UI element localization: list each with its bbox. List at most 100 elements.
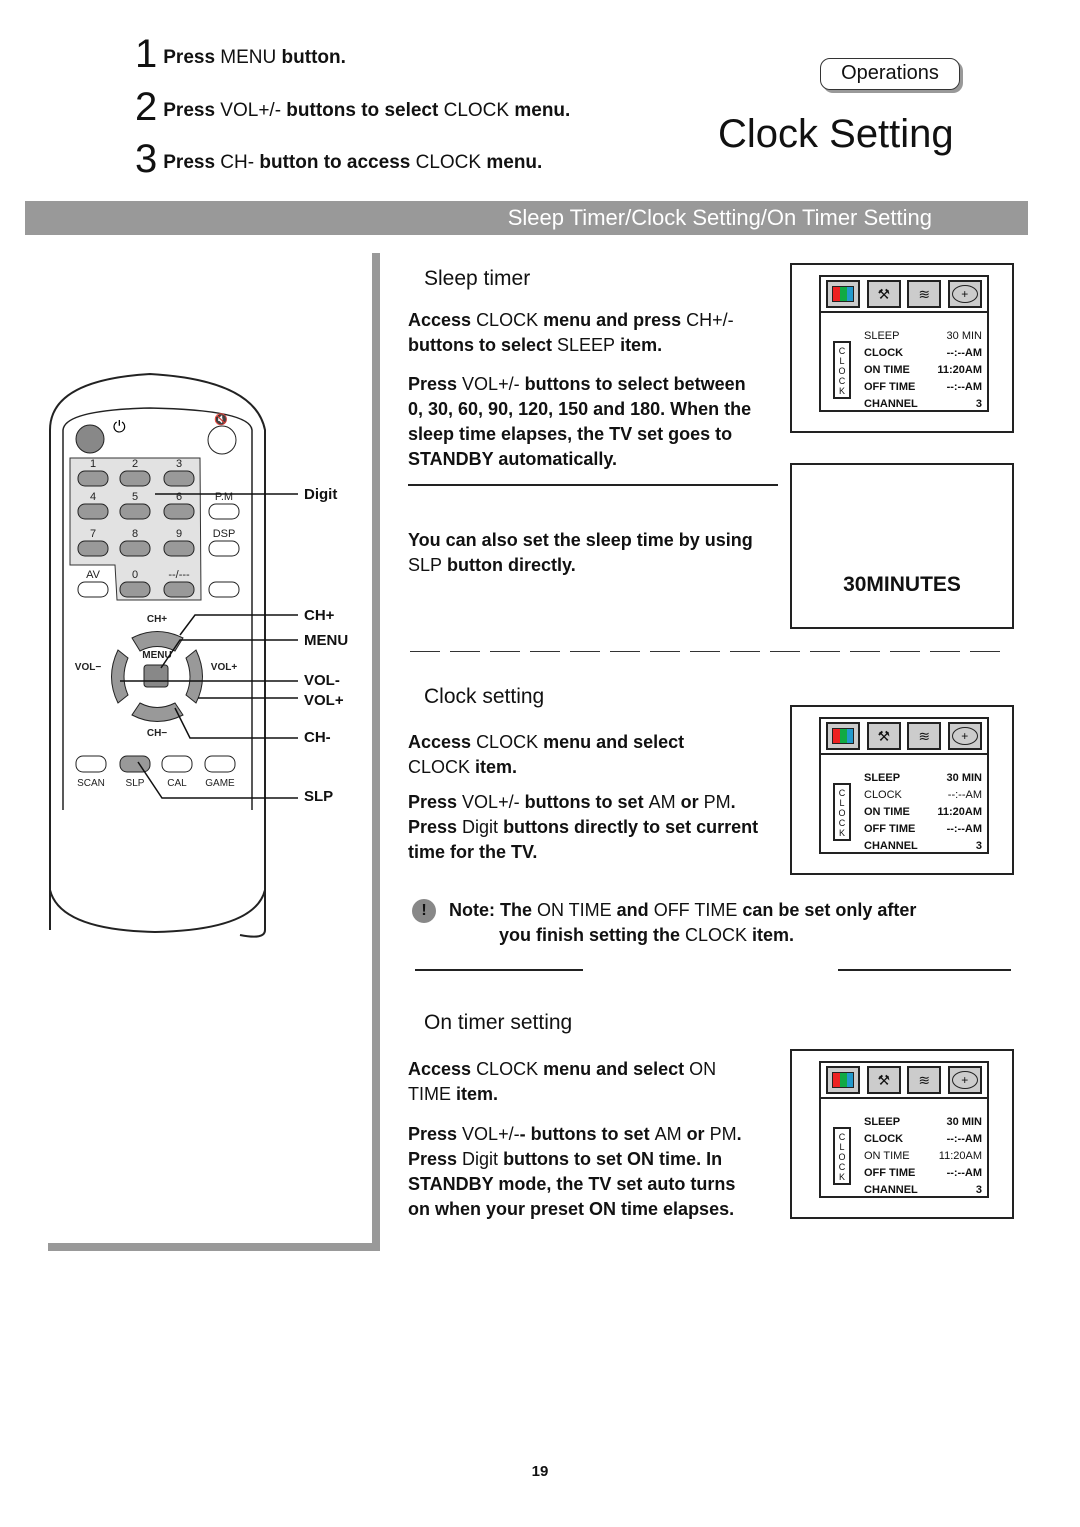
text-segment: time for the TV. bbox=[408, 842, 538, 862]
remote-key-slp[interactable] bbox=[119, 755, 151, 773]
callout-label: SLP bbox=[304, 788, 333, 805]
menu-icon-bar: ⚒ ≋ + bbox=[821, 277, 987, 313]
key-label: CH− bbox=[147, 728, 167, 739]
page-title: Clock Setting bbox=[718, 112, 954, 156]
text-segment: AM bbox=[648, 792, 676, 812]
sleep-display-text: 30MINUTES bbox=[843, 573, 961, 596]
menu-row-key: OFF TIME bbox=[864, 381, 916, 393]
callout-label: VOL+ bbox=[304, 692, 344, 709]
mute-icon: 🔇 bbox=[214, 413, 228, 426]
menu-row: OFF TIME --:--AM bbox=[864, 1165, 982, 1182]
menu-icon-bar: ⚒ ≋ + bbox=[821, 719, 987, 755]
remote-key-AV[interactable] bbox=[77, 581, 109, 598]
menu-row-value: --:--AM bbox=[947, 789, 982, 801]
menu-rows: SLEEP 30 MIN CLOCK --:--AM ON TIME 11:20AM OFF… bbox=[864, 328, 982, 413]
remote-key-0[interactable] bbox=[119, 581, 151, 598]
key-label: 3 bbox=[176, 458, 182, 470]
text-segment: Access bbox=[408, 732, 477, 752]
key-label: 2 bbox=[132, 458, 138, 470]
text-segment: buttons to set ON time. In bbox=[498, 1149, 723, 1169]
remote-key-2[interactable] bbox=[119, 470, 151, 487]
text-segment: CLOCK bbox=[443, 100, 510, 121]
text-segment: button to access bbox=[254, 152, 416, 173]
text-segment: Digit bbox=[462, 1149, 499, 1169]
menu-row: CHANNEL 3 bbox=[864, 396, 982, 413]
text-segment: SLP bbox=[408, 555, 443, 575]
tools-icon: ⚒ bbox=[866, 280, 901, 308]
picture-icon bbox=[826, 1066, 861, 1094]
text-segment: or bbox=[681, 1124, 710, 1144]
picture-icon bbox=[826, 280, 861, 308]
sleep-instructions-3: You can also set the sleep time by using… bbox=[408, 528, 753, 578]
remote-key-DSP[interactable] bbox=[208, 540, 240, 557]
menu-row-value: 3 bbox=[975, 398, 982, 410]
remote-key-9[interactable] bbox=[163, 540, 195, 557]
menu-row-value: 30 MIN bbox=[946, 772, 982, 784]
remote-key-7[interactable] bbox=[77, 540, 109, 557]
text-segment: Press bbox=[408, 374, 463, 394]
divider bbox=[415, 969, 583, 971]
text-segment: or bbox=[675, 792, 704, 812]
power-icon: ⏻ bbox=[113, 419, 126, 436]
menu-row: CLOCK --:--AM bbox=[864, 787, 982, 804]
menu-row-value: --:--AM bbox=[946, 347, 982, 359]
remote-key-8[interactable] bbox=[119, 540, 151, 557]
remote-key-cal[interactable] bbox=[161, 755, 193, 773]
menu-row: CHANNEL 3 bbox=[864, 838, 982, 855]
key-label: 8 bbox=[132, 528, 138, 540]
menu-row-key: CLOCK bbox=[864, 1133, 904, 1145]
menu-row-key: SLEEP bbox=[864, 772, 901, 784]
text-segment: . bbox=[736, 1124, 742, 1144]
section-banner: Sleep Timer/Clock Setting/On Timer Setti… bbox=[25, 201, 1028, 235]
key-label: P.M bbox=[215, 491, 233, 503]
menu-row-value: --:--AM bbox=[946, 1133, 982, 1145]
key-label: GAME bbox=[205, 778, 235, 789]
remote-key-6[interactable] bbox=[163, 503, 195, 520]
menu-row: ON TIME 11:20AM bbox=[864, 804, 982, 821]
remote-key---/---[interactable] bbox=[163, 581, 195, 598]
remote-key-1[interactable] bbox=[77, 470, 109, 487]
clock-menu-screen: ⚒ ≋ + C L O C K SLEEP 30 MIN CLOCK --:--AM ON TIME 11… bbox=[790, 263, 1014, 433]
text-segment: CLOCK bbox=[476, 732, 539, 752]
text-segment: buttons to select between bbox=[519, 374, 746, 394]
text-segment: PM bbox=[703, 792, 731, 812]
menu-row-key: CLOCK bbox=[864, 347, 904, 359]
menu-row: OFF TIME --:--AM bbox=[864, 821, 982, 838]
antenna-icon: ≋ bbox=[907, 280, 942, 308]
text-segment: TIME bbox=[408, 1084, 451, 1104]
on-timer-instructions-1: Access CLOCK menu and select ON TIME item… bbox=[408, 1057, 716, 1107]
menu-row-key: SLEEP bbox=[864, 1116, 901, 1128]
menu-panel: ⚒ ≋ + C L O C K SLEEP 30 MIN CLOCK --:--AM ON TIME 11… bbox=[819, 717, 989, 854]
menu-panel: ⚒ ≋ + C L O C K SLEEP 30 MIN CLOCK --:--AM ON TIME 11… bbox=[819, 1061, 989, 1198]
text-segment: Press bbox=[163, 100, 221, 121]
tools-icon: ⚒ bbox=[866, 1066, 901, 1094]
key-label: 4 bbox=[90, 491, 96, 503]
menu-panel: ⚒ ≋ + C L O C K SLEEP 30 MIN CLOCK --:--AM ON TIME 11… bbox=[819, 275, 989, 412]
menu-row-key: ON TIME bbox=[864, 806, 910, 818]
text-segment: PM bbox=[709, 1124, 737, 1144]
text-segment: button. bbox=[276, 47, 346, 68]
remote-key-4[interactable] bbox=[77, 503, 109, 520]
menu-row-key: SLEEP bbox=[864, 330, 900, 342]
text-segment: menu. bbox=[509, 100, 571, 121]
menu-row-value: 30 MIN bbox=[946, 1116, 982, 1128]
text-segment: VOL+/- bbox=[462, 1124, 520, 1144]
sleep-display-screen: 30MINUTES bbox=[790, 463, 1014, 629]
key-label: DSP bbox=[213, 528, 236, 540]
text-segment: Press bbox=[408, 792, 463, 812]
remote-key-game[interactable] bbox=[204, 755, 236, 773]
remote-key-3[interactable] bbox=[163, 470, 195, 487]
remote-key-scan[interactable] bbox=[75, 755, 107, 773]
menu-row-value: --:--AM bbox=[946, 381, 982, 393]
remote-key-5[interactable] bbox=[119, 503, 151, 520]
remote-key-P.M[interactable] bbox=[208, 503, 240, 520]
text-segment: VOL+/- bbox=[220, 100, 282, 121]
text-segment: Digit bbox=[462, 817, 499, 837]
tools-icon: ⚒ bbox=[866, 722, 901, 750]
menu-side-label: CLOCK bbox=[833, 783, 851, 841]
text-segment: SLEEP bbox=[557, 335, 616, 355]
text-segment: STANDBY automatically. bbox=[408, 449, 618, 469]
remote-key-loop[interactable] bbox=[208, 581, 240, 598]
menu-row-key: CHANNEL bbox=[864, 398, 918, 410]
clock-icon: + bbox=[947, 280, 982, 308]
